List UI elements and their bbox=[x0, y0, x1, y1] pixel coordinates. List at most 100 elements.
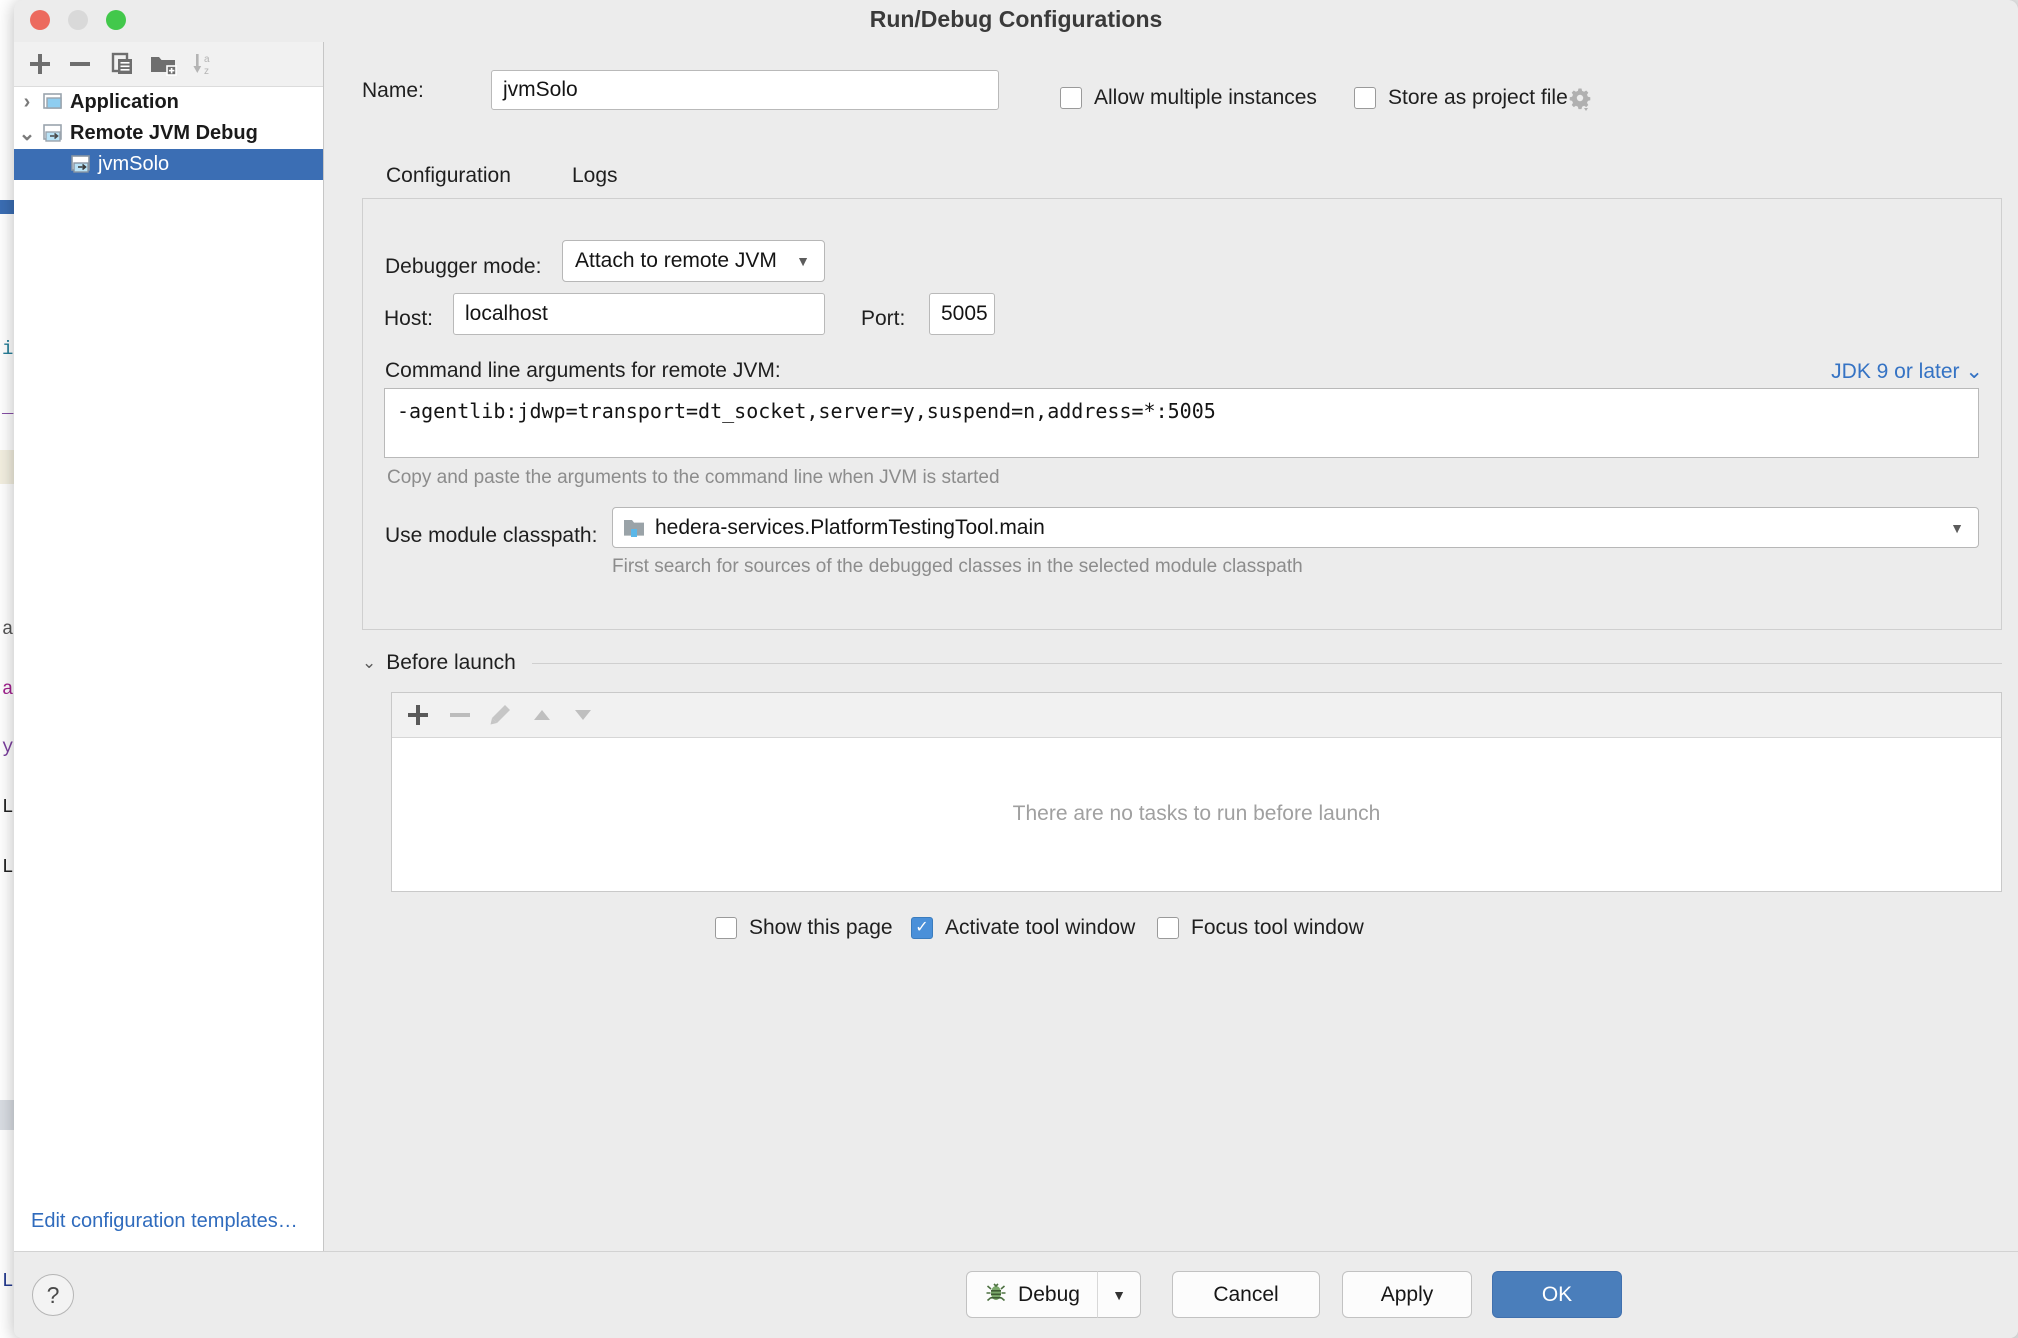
chevron-down-icon: ▼ bbox=[1950, 520, 1964, 536]
pencil-icon bbox=[487, 702, 513, 728]
folder-add-icon bbox=[149, 51, 177, 77]
checkbox-box bbox=[1157, 917, 1179, 939]
configuration-content: Name: jvmSolo Allow multiple instances S… bbox=[324, 42, 2018, 1252]
sort-configurations-button[interactable]: a z bbox=[186, 46, 222, 82]
plus-icon bbox=[405, 702, 431, 728]
chevron-down-icon: ⌄ bbox=[1965, 360, 1983, 383]
store-as-project-file-checkbox[interactable]: Store as project file bbox=[1354, 86, 1568, 110]
chevron-right-icon[interactable]: › bbox=[14, 91, 40, 114]
host-input[interactable]: localhost bbox=[453, 293, 825, 335]
configurations-panel: a z › Application bbox=[14, 42, 324, 1252]
arrow-up-icon bbox=[529, 702, 555, 728]
before-launch-panel: There are no tasks to run before launch bbox=[391, 692, 2002, 892]
before-launch-header[interactable]: ⌄ Before launch bbox=[362, 647, 2002, 679]
checkbox-label: Store as project file bbox=[1388, 86, 1568, 110]
new-folder-button[interactable] bbox=[145, 46, 181, 82]
title-bar: Run/Debug Configurations bbox=[14, 0, 2018, 42]
chevron-down-icon[interactable]: ⌄ bbox=[362, 653, 376, 673]
port-input[interactable]: 5005 bbox=[929, 293, 995, 335]
tree-item-remote-jvm-debug[interactable]: ⌄ Remote JVM Debug bbox=[14, 118, 323, 149]
module-icon bbox=[623, 517, 655, 539]
add-configuration-button[interactable] bbox=[22, 46, 58, 82]
remote-jvm-icon bbox=[40, 124, 68, 144]
tree-item-label: Remote JVM Debug bbox=[70, 122, 258, 145]
debugger-mode-select[interactable]: Attach to remote JVM ▼ bbox=[562, 240, 825, 282]
debugger-mode-label: Debugger mode: bbox=[385, 255, 541, 279]
command-line-arguments-label: Command line arguments for remote JVM: bbox=[385, 359, 781, 383]
before-launch-toolbar bbox=[392, 693, 2001, 738]
tree-item-jvmsolo[interactable]: jvmSolo bbox=[14, 149, 323, 180]
debug-button-label: Debug bbox=[1018, 1283, 1080, 1307]
checkbox-box: ✓ bbox=[911, 917, 933, 939]
debug-button[interactable]: Debug bbox=[966, 1271, 1098, 1318]
checkbox-label: Focus tool window bbox=[1191, 916, 1364, 940]
name-input[interactable]: jvmSolo bbox=[491, 70, 999, 110]
name-row: Name: jvmSolo Allow multiple instances S… bbox=[362, 70, 2002, 112]
tab-logs[interactable]: Logs bbox=[572, 152, 618, 200]
remove-task-button bbox=[442, 697, 478, 733]
tab-configuration[interactable]: Configuration bbox=[386, 152, 511, 200]
module-classpath-value: hedera-services.PlatformTestingTool.main bbox=[655, 516, 1045, 540]
gear-icon[interactable] bbox=[1565, 84, 1593, 117]
checkbox-box bbox=[715, 917, 737, 939]
bug-icon bbox=[984, 1280, 1008, 1310]
cancel-button[interactable]: Cancel bbox=[1172, 1271, 1320, 1318]
arrow-down-icon bbox=[570, 702, 596, 728]
module-classpath-hint: First search for sources of the debugged… bbox=[612, 554, 1372, 580]
edit-task-button bbox=[482, 697, 518, 733]
name-label: Name: bbox=[362, 79, 424, 103]
module-classpath-select[interactable]: hedera-services.PlatformTestingTool.main… bbox=[612, 507, 1979, 548]
svg-text:a: a bbox=[204, 54, 210, 65]
minus-icon bbox=[447, 702, 473, 728]
sort-az-icon: a z bbox=[190, 51, 218, 77]
debug-dropdown-button[interactable]: ▼ bbox=[1097, 1271, 1141, 1318]
copy-configuration-button[interactable] bbox=[104, 46, 140, 82]
before-launch-options: Show this page ✓ Activate tool window Fo… bbox=[362, 912, 2002, 952]
add-task-button[interactable] bbox=[400, 697, 436, 733]
minus-icon bbox=[67, 51, 93, 77]
checkbox-label: Allow multiple instances bbox=[1094, 86, 1317, 110]
help-button[interactable]: ? bbox=[32, 1274, 74, 1316]
port-label: Port: bbox=[861, 307, 905, 331]
remove-configuration-button[interactable] bbox=[62, 46, 98, 82]
module-classpath-label: Use module classpath: bbox=[385, 524, 597, 548]
tree-item-label: Application bbox=[70, 91, 179, 114]
before-launch-empty-message: There are no tasks to run before launch bbox=[392, 737, 2001, 891]
copy-icon bbox=[109, 51, 135, 77]
move-task-up-button bbox=[524, 697, 560, 733]
chevron-down-icon: ▼ bbox=[796, 253, 810, 269]
tab-bar: Configuration Logs bbox=[362, 152, 2002, 202]
chevron-down-icon[interactable]: ⌄ bbox=[14, 121, 40, 146]
apply-button[interactable]: Apply bbox=[1342, 1271, 1472, 1318]
ok-button[interactable]: OK bbox=[1492, 1271, 1622, 1318]
before-launch-title: Before launch bbox=[386, 651, 516, 675]
checkbox-box bbox=[1060, 87, 1082, 109]
dialog-footer: ? Debug ▼ Cancel Apply OK bbox=[14, 1251, 2018, 1338]
host-label: Host: bbox=[384, 307, 433, 331]
checkbox-label: Activate tool window bbox=[945, 916, 1135, 940]
remote-jvm-icon bbox=[68, 155, 96, 175]
svg-text:z: z bbox=[204, 66, 209, 77]
command-line-arguments-field[interactable]: -agentlib:jdwp=transport=dt_socket,serve… bbox=[384, 388, 1979, 458]
command-line-arguments-hint: Copy and paste the arguments to the comm… bbox=[387, 467, 1000, 489]
dialog-title: Run/Debug Configurations bbox=[14, 6, 2018, 33]
show-this-page-checkbox[interactable]: Show this page bbox=[715, 916, 893, 940]
allow-multiple-instances-checkbox[interactable]: Allow multiple instances bbox=[1060, 86, 1317, 110]
focus-tool-window-checkbox[interactable]: Focus tool window bbox=[1157, 916, 1364, 940]
activate-tool-window-checkbox[interactable]: ✓ Activate tool window bbox=[911, 916, 1135, 940]
application-icon bbox=[40, 93, 68, 113]
jdk-version-selector[interactable]: JDK 9 or later ⌄ bbox=[1831, 359, 1983, 384]
tree-item-application[interactable]: › Application bbox=[14, 87, 323, 118]
configurations-tree[interactable]: › Application ⌄ bbox=[14, 87, 323, 1167]
edit-configuration-templates-link[interactable]: Edit configuration templates… bbox=[14, 1190, 323, 1252]
screen: i _ a a y L L L Run/Debug Configurations bbox=[0, 0, 2018, 1338]
section-divider bbox=[532, 663, 2002, 664]
run-debug-configurations-dialog: Run/Debug Configurations bbox=[14, 0, 2018, 1338]
debugger-mode-value: Attach to remote JVM bbox=[575, 249, 777, 273]
configurations-toolbar: a z bbox=[14, 42, 323, 87]
checkbox-label: Show this page bbox=[749, 916, 893, 940]
move-task-down-button bbox=[565, 697, 601, 733]
configuration-tab-panel: Debugger mode: Attach to remote JVM ▼ Ho… bbox=[362, 199, 2002, 630]
plus-icon bbox=[27, 51, 53, 77]
checkbox-box bbox=[1354, 87, 1376, 109]
